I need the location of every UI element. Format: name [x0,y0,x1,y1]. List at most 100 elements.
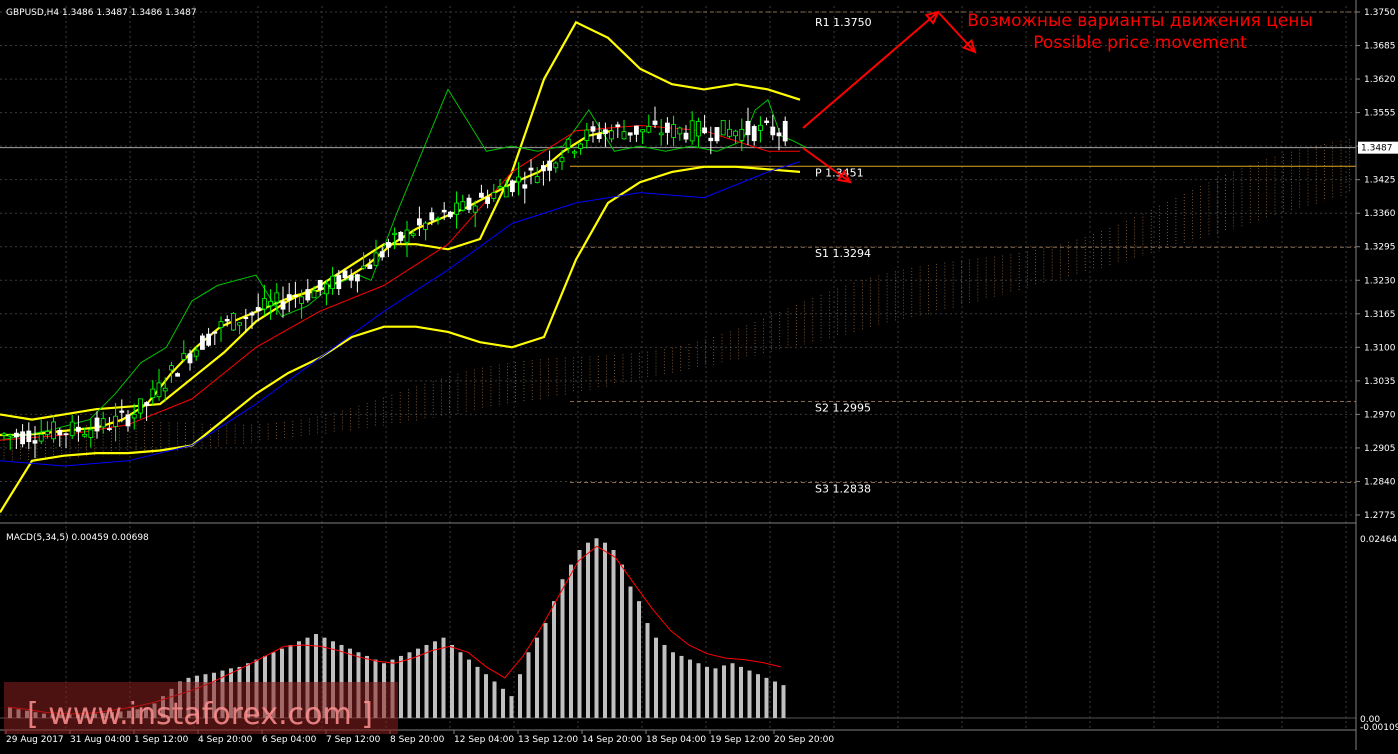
candle-body [683,132,689,140]
candle-body [720,119,726,136]
macd-bar [441,637,446,719]
macd-bar [611,549,616,719]
candle-body [299,296,305,304]
macd-bar [730,663,735,719]
candle-body [485,196,491,204]
macd-bar [407,652,412,719]
candle-body [696,120,701,137]
macd-bar [501,688,505,719]
candle-body [702,127,707,134]
candle-body [354,274,360,282]
candle-body [541,165,546,172]
candle-body [627,132,633,136]
macd-bar [756,674,760,719]
macd-tick-label: 0.02464 [1360,535,1397,545]
macd-bar [594,538,599,719]
candle-body [559,157,565,163]
candle-body [181,352,187,360]
macd-bar [458,652,463,719]
candle-body [528,167,534,171]
macd-bar [492,681,497,719]
macd-bar [535,637,539,719]
candle-body [379,251,385,258]
candle-body [621,131,627,140]
candle-body [330,275,336,290]
candle-body [782,120,788,142]
candle-body [447,211,453,218]
time-tick-label: 31 Aug 04:00 [70,735,131,745]
time-tick-label: 20 Sep 20:00 [774,735,834,745]
macd-bar [560,579,565,719]
time-tick-label: 19 Sep 12:00 [710,735,770,745]
candle-body [677,127,683,135]
candle-body [429,212,435,221]
macd-bar [586,542,590,719]
candle-body [218,321,224,328]
candle-body [1,433,7,436]
macd-bar [773,681,777,719]
macd-bar [637,601,641,719]
candle-body [249,312,255,316]
candle-body [13,432,19,438]
candle-body [63,433,69,436]
candle-body [280,301,286,310]
watermark: [ www.instaforex.com ] [27,697,373,732]
candle-body [423,222,429,230]
candle-body [646,126,652,133]
candle-body [385,241,391,248]
macd-bar [662,644,667,719]
candle-body [255,307,261,312]
candle-body [361,265,367,269]
candle-body [119,410,125,413]
candle-body [478,192,484,198]
candle-body [187,353,193,364]
macd-bar [518,674,522,719]
candle-body [547,160,552,171]
candle-body [348,275,354,281]
price-tick-label: 1.2840 [1364,477,1396,487]
candle-body [131,413,137,419]
candle-body [708,137,714,142]
candle-body [237,322,243,326]
candle-body [410,233,416,236]
candle-body [150,388,156,399]
candle-body [522,184,528,189]
candle-body [69,421,75,436]
candle-body [107,428,112,430]
candle-body [113,415,118,427]
candle-body [82,434,87,437]
chart-root: R1 1.3750 P 1.3451 S1 1.3294 S2 1.2995 S3 1.… [0,0,1398,750]
macd-tick-label: -0.00109 [1360,723,1398,733]
candle-body [199,335,205,350]
pivot-label: S1 1.3294 [815,247,871,260]
candle-body [162,387,168,392]
candle-body [26,430,32,443]
candle-body [578,143,583,149]
candle-body [745,120,751,136]
candle-body [509,180,515,193]
candle-body [175,373,181,377]
candle-body [565,138,571,149]
candle-body [20,431,26,445]
macd-bar [543,623,548,719]
candle-body [665,122,670,133]
pivot-label: R1 1.3750 [815,16,872,29]
price-tick-label: 1.3425 [1364,176,1396,186]
pivot-label: S3 1.2838 [815,482,871,495]
candle-body [739,128,745,141]
macd-bar [747,670,752,719]
price-tick-label: 1.2775 [1364,511,1396,521]
price-tick-label: 1.3555 [1364,109,1396,119]
macd-bar [696,663,701,719]
time-tick-label: 12 Sep 04:00 [454,735,514,745]
macd-info: MACD(5,34,5) 0.00459 0.00698 [6,533,149,543]
candle-body [658,132,664,136]
price-tick-label: 1.3035 [1364,377,1396,387]
candle-body [435,217,441,220]
macd-bar [433,641,437,719]
candle-body [497,186,503,189]
chart-canvas: R1 1.3750P 1.3451S1 1.3294S2 1.2995S3 1.… [0,0,1398,750]
candle-body [76,426,81,432]
time-tick-label: 13 Sep 12:00 [518,735,578,745]
time-tick-label: 7 Sep 12:00 [326,735,381,745]
